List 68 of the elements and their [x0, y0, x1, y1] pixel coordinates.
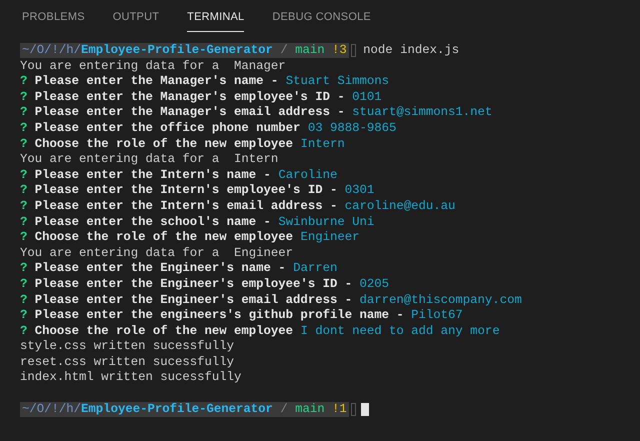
question-text: Please enter the Manager's name - — [34, 74, 278, 88]
prompt-mark: ? — [20, 105, 28, 120]
path-prefix: ~/O/!/h/ — [22, 43, 82, 57]
question-text: Choose the role of the new employee — [34, 136, 294, 151]
prompt-mark: ? — [20, 168, 28, 182]
question-text: Please enter the school's name - — [34, 214, 271, 229]
question-text: Choose the role of the new employee — [34, 324, 294, 338]
answer-text: caroline@edu.au — [344, 198, 456, 213]
question-text: Please enter the engineers's github profile name - — [34, 308, 404, 322]
output-line: You are entering data for a Manager — [20, 58, 286, 73]
answer-text: Swinburne Uni — [278, 214, 374, 229]
question-text: Please enter the Engineer's name - — [34, 261, 286, 276]
question-text: Please enter the Engineer's email address - — [34, 292, 352, 306]
answer-text: Pilot67 — [411, 308, 463, 322]
panel-tab[interactable]: DEBUG CONSOLE — [272, 4, 371, 32]
question-text: Please enter the Intern's name - — [34, 168, 271, 182]
answer-text: 0301 — [344, 183, 374, 198]
prompt-mark: ? — [20, 261, 28, 276]
question-text: Please enter the Engineer's employee's ID - — [34, 276, 352, 291]
answer-text: 03 9888-9865 — [308, 120, 396, 135]
git-status: !3 — [332, 43, 347, 57]
path-separator: / — [280, 43, 288, 57]
question-text: Please enter the office phone number — [34, 120, 300, 135]
output-line: style.css written sucessfully — [20, 339, 234, 354]
git-branch: main — [295, 402, 325, 416]
git-status: !1 — [332, 402, 347, 416]
glyph-box-icon — [350, 402, 356, 416]
prompt-mark: ? — [20, 136, 28, 151]
panel-tab[interactable]: OUTPUT — [112, 4, 160, 32]
prompt-mark: ? — [20, 308, 28, 322]
question-text: Choose the role of the new employee — [34, 230, 294, 244]
glyph-box-icon — [350, 44, 356, 57]
answer-text: stuart@simmons1.net — [352, 105, 492, 120]
prompt-mark: ? — [20, 90, 28, 104]
question-text: Please enter the Manager's employee's ID - — [34, 90, 345, 104]
directory-name: Employee-Profile-Generator — [81, 402, 273, 416]
output-line: You are entering data for a Intern — [20, 152, 278, 166]
prompt-mark: ? — [20, 183, 28, 198]
directory-name: Employee-Profile-Generator — [81, 43, 273, 57]
answer-text: Engineer — [300, 230, 360, 244]
question-text: Please enter the Intern's employee's ID - — [34, 183, 338, 198]
prompt-mark: ? — [20, 120, 28, 135]
output-line: index.html written sucessfully — [20, 370, 242, 384]
prompt-mark: ? — [20, 214, 28, 229]
answer-text: Darren — [293, 261, 338, 276]
command-text: node index.js — [363, 43, 460, 57]
prompt-mark: ? — [20, 276, 28, 291]
answer-text: Caroline — [278, 168, 338, 182]
answer-text: Intern — [300, 136, 345, 151]
prompt-mark: ? — [20, 74, 28, 88]
answer-text: 0205 — [359, 276, 390, 291]
answer-text: 0101 — [352, 90, 382, 104]
prompt-mark: ? — [20, 292, 28, 306]
panel-tab[interactable]: PROBLEMS — [22, 4, 85, 32]
prompt-mark: ? — [20, 230, 28, 244]
path-prefix: ~/O/!/h/ — [22, 402, 82, 416]
path-separator: / — [280, 402, 288, 416]
panel-tab[interactable]: TERMINAL — [187, 4, 244, 32]
answer-text: darren@thiscompany.com — [359, 292, 522, 306]
question-text: Please enter the Intern's email address - — [34, 198, 338, 213]
prompt-mark: ? — [20, 198, 28, 213]
output-line: reset.css written sucessfully — [20, 354, 234, 369]
prompt-mark: ? — [20, 324, 28, 338]
answer-text: Stuart Simmons — [286, 74, 390, 88]
question-text: Please enter the Manager's email address - — [34, 105, 345, 120]
output-line: You are entering data for a Engineer — [20, 246, 294, 260]
answer-text: I dont need to add any more — [300, 324, 500, 338]
git-branch: main — [295, 43, 325, 57]
